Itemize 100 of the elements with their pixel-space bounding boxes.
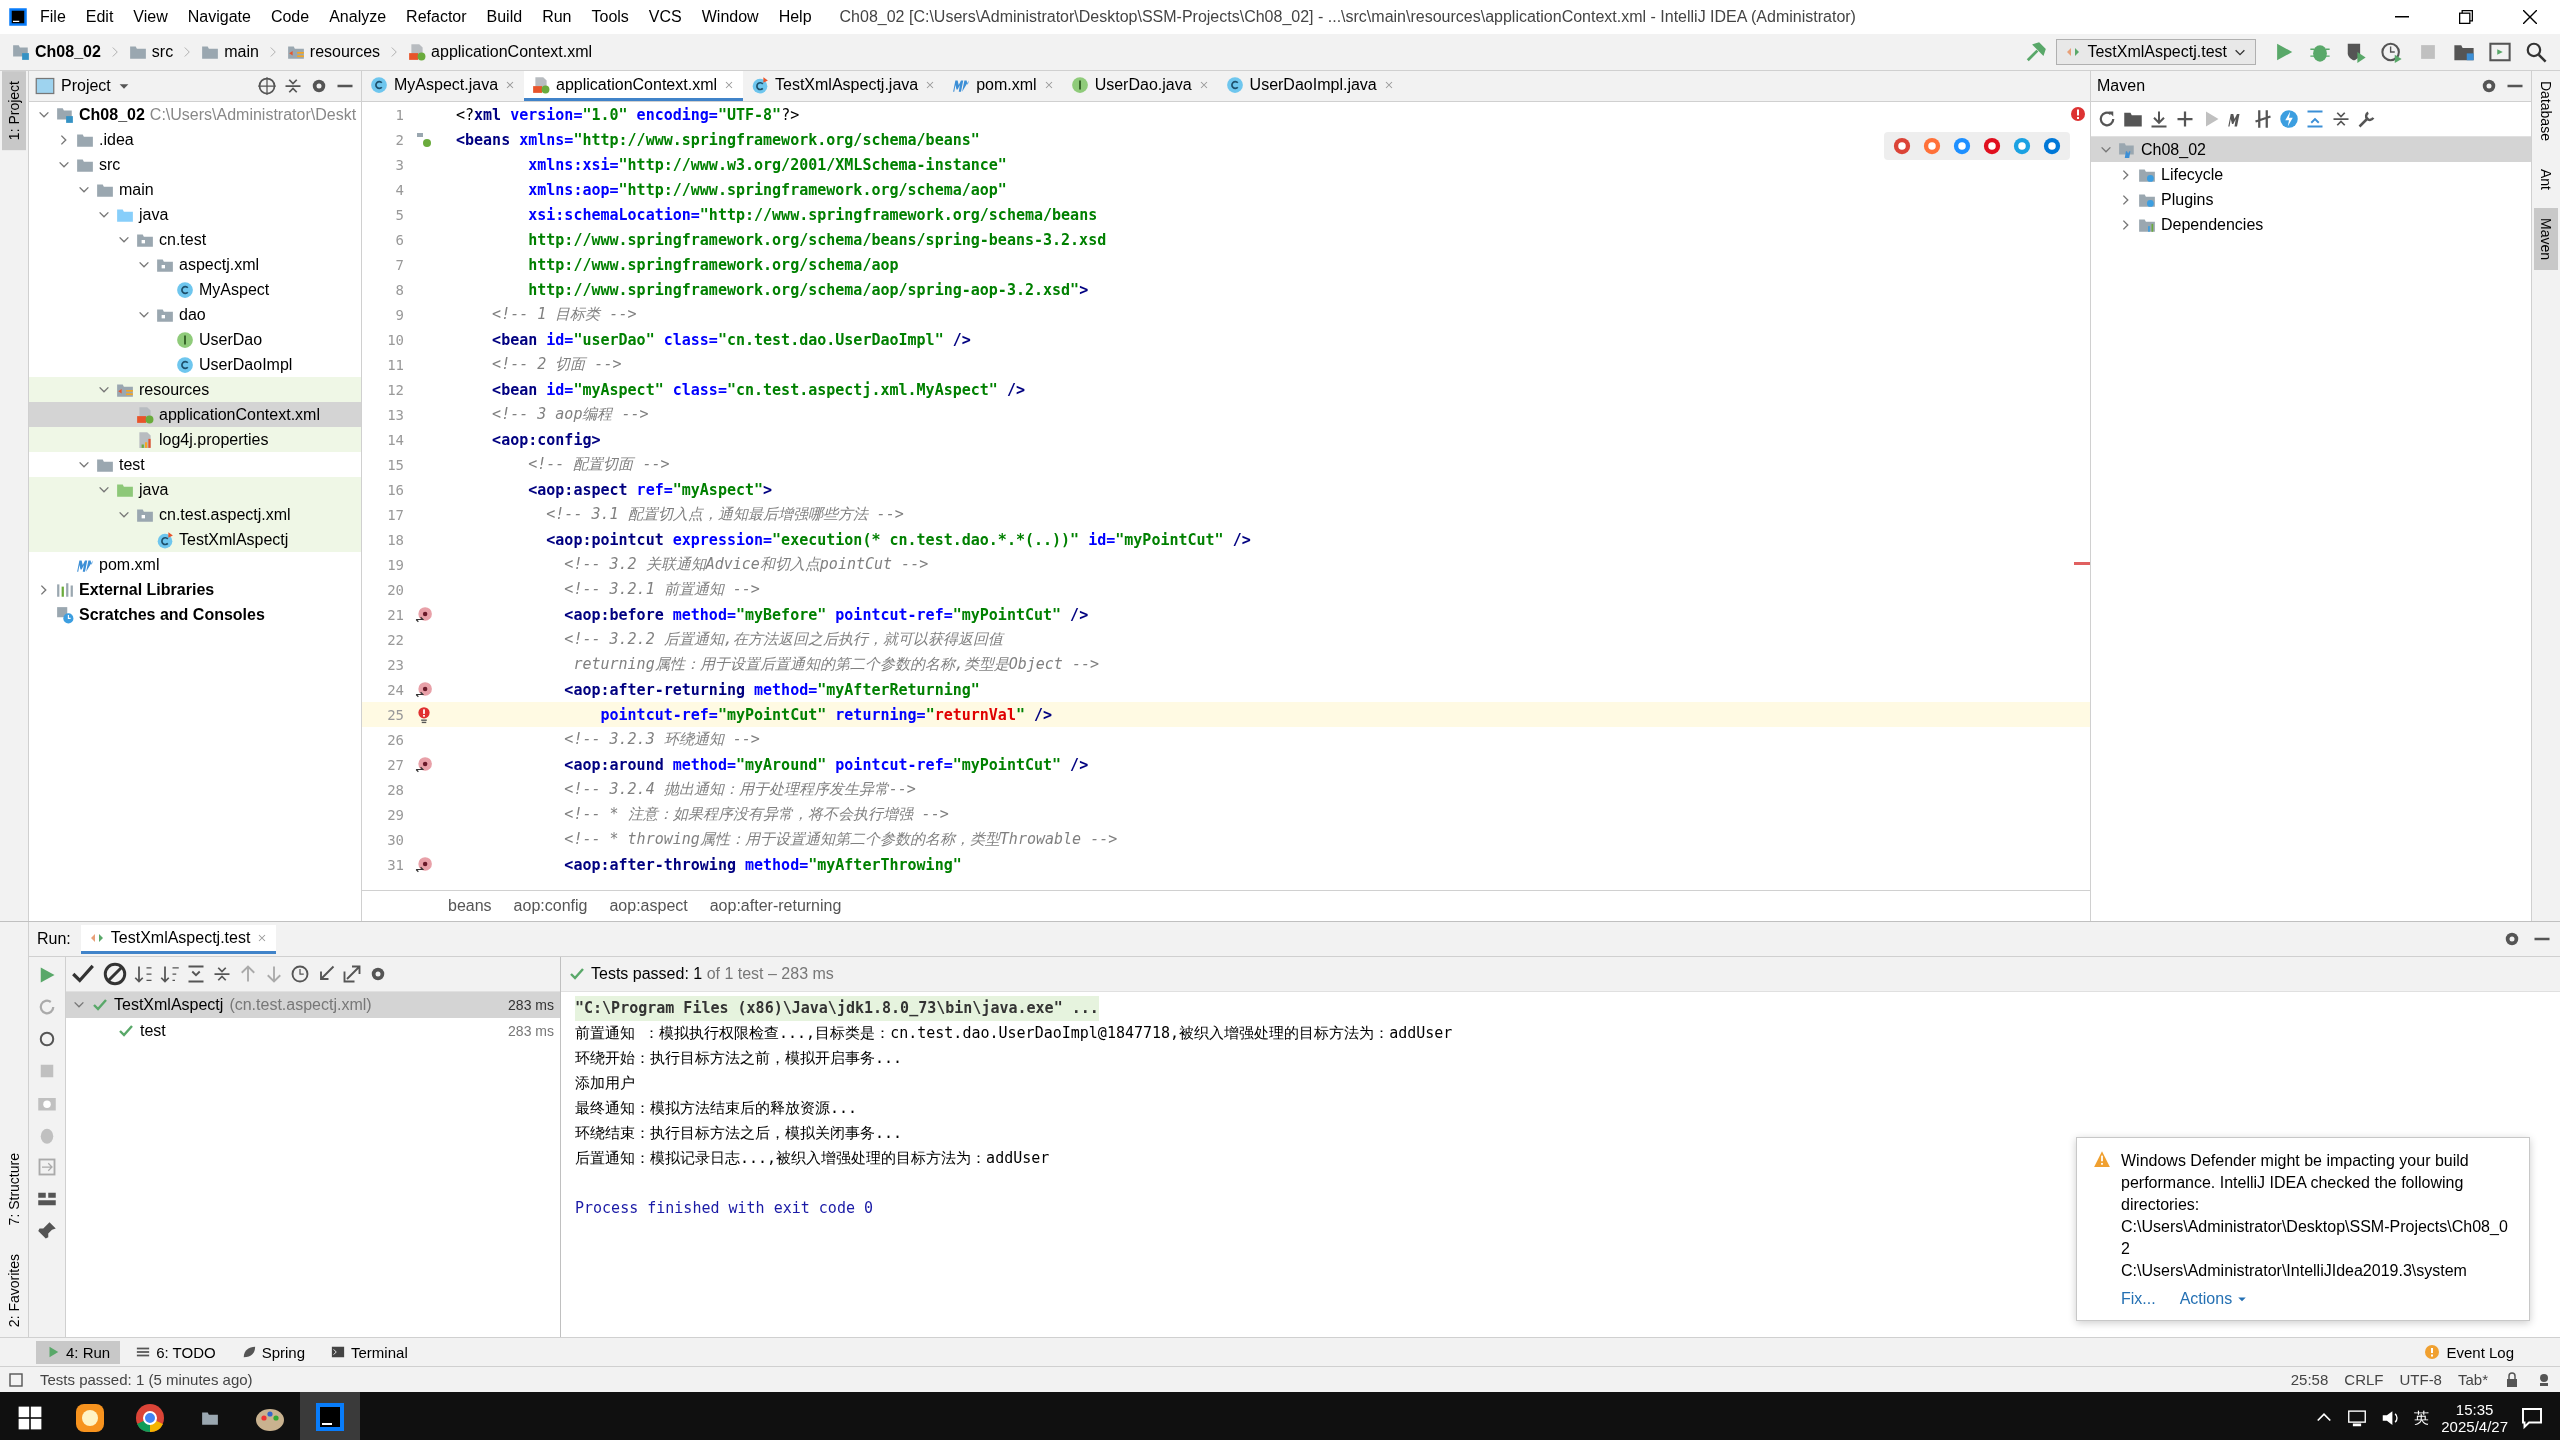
structure-path-item[interactable]: aop:config	[507, 896, 594, 916]
tree-item[interactable]: java	[29, 202, 361, 227]
menu-item[interactable]: Run	[534, 4, 580, 30]
editor-tab[interactable]: pom.xml	[944, 71, 1063, 101]
menu-item[interactable]: Analyze	[321, 4, 395, 30]
pin-icon[interactable]	[37, 1221, 57, 1241]
toggle-offline-icon[interactable]	[2253, 109, 2273, 129]
notifications-icon[interactable]	[2520, 1406, 2544, 1430]
tree-item[interactable]: UserDao	[29, 327, 361, 352]
tool-window-tab[interactable]: 1: Project	[2, 71, 26, 151]
tree-item[interactable]: External Libraries	[29, 577, 361, 602]
sort-icon[interactable]	[134, 964, 154, 984]
tool-window-button[interactable]: 4: Run	[36, 1340, 121, 1364]
menu-item[interactable]: Refactor	[398, 4, 475, 30]
tree-item[interactable]: java	[29, 477, 361, 502]
menu-item[interactable]: Build	[478, 4, 531, 30]
refresh-icon[interactable]	[2097, 109, 2117, 129]
menu-item[interactable]: Window	[693, 4, 767, 30]
menu-item[interactable]: VCS	[640, 4, 690, 30]
tree-item[interactable]: Scratches and Consoles	[29, 602, 361, 627]
browser-icon[interactable]	[1982, 136, 2002, 156]
toggle-auto-test-icon[interactable]	[37, 1029, 57, 1049]
browser-icon[interactable]	[1922, 136, 1942, 156]
tree-item[interactable]: .idea	[29, 127, 361, 152]
editor-tab[interactable]: MyAspect.java	[362, 71, 525, 101]
tree-item[interactable]: main	[29, 177, 361, 202]
advice-marker-icon[interactable]	[415, 855, 433, 874]
tree-item[interactable]: MyAspect	[29, 277, 361, 302]
tool-window-tab[interactable]: 7: Structure	[2, 1143, 26, 1236]
structure-path-item[interactable]: aop:after-returning	[703, 896, 848, 916]
menu-item[interactable]: File	[32, 4, 74, 30]
menu-item[interactable]: Edit	[77, 4, 122, 30]
status-item[interactable]: Tab*	[2457, 1371, 2488, 1388]
tree-item[interactable]: resources	[29, 377, 361, 402]
bean-marker-icon[interactable]	[416, 131, 432, 148]
tree-item[interactable]: Dependencies	[2091, 212, 2531, 237]
tree-item[interactable]: log4j.properties	[29, 427, 361, 452]
tree-item[interactable]: pom.xml	[29, 552, 361, 577]
tree-item[interactable]: cn.test.aspectj.xml	[29, 502, 361, 527]
tree-item[interactable]: test	[29, 452, 361, 477]
tool-window-button[interactable]: 6: TODO	[126, 1340, 226, 1364]
error-icon[interactable]	[2070, 106, 2086, 122]
status-item[interactable]: CRLF	[2344, 1371, 2384, 1388]
structure-path-item[interactable]: aop:aspect	[603, 896, 694, 916]
tree-item[interactable]: Plugins	[2091, 187, 2531, 212]
plus-icon[interactable]	[2175, 109, 2195, 129]
tree-item[interactable]: Lifecycle	[2091, 162, 2531, 187]
menu-item[interactable]: Navigate	[179, 4, 259, 30]
breadcrumb-item[interactable]: applicationContext.xml	[404, 41, 597, 63]
browser-icon[interactable]	[1892, 136, 1912, 156]
tree-item[interactable]: UserDaoImpl	[29, 352, 361, 377]
tree-item[interactable]: applicationContext.xml	[29, 402, 361, 427]
crosshair-icon[interactable]	[257, 76, 277, 96]
advice-marker-icon[interactable]	[415, 680, 433, 699]
tree-item[interactable]: Ch08_02 C:\Users\Administrator\Deskt	[29, 102, 361, 127]
export-icon[interactable]	[342, 964, 362, 984]
advice-marker-icon[interactable]	[415, 605, 433, 624]
tool-window-button[interactable]: Spring	[231, 1340, 316, 1364]
tree-item[interactable]: Ch08_02	[2091, 137, 2531, 162]
history-icon[interactable]	[290, 964, 310, 984]
advice-marker-icon[interactable]	[415, 755, 433, 774]
test-tree-item[interactable]: test 283 ms	[66, 1018, 560, 1044]
run-tab[interactable]: TestXmlAspectj.test	[80, 924, 277, 954]
run-configuration-dropdown[interactable]: TestXmlAspectj.test	[2056, 39, 2256, 65]
breadcrumb-item[interactable]: Ch08_02	[8, 41, 105, 63]
wrench-icon[interactable]	[2357, 109, 2377, 129]
tree-item[interactable]: cn.test	[29, 227, 361, 252]
notification-link[interactable]: Fix...	[2121, 1290, 2156, 1308]
breadcrumb-item[interactable]: src	[124, 41, 178, 63]
editor-tab[interactable]: UserDao.java	[1062, 71, 1218, 101]
menu-item[interactable]: Tools	[583, 4, 637, 30]
status-item[interactable]: 25:58	[2290, 1371, 2329, 1388]
expand-all-icon[interactable]	[2305, 109, 2325, 129]
structure-path-item[interactable]: beans	[442, 896, 498, 916]
test-tree-item[interactable]: TestXmlAspectj (cn.test.aspectj.xml) 283 ms	[66, 992, 560, 1018]
tool-window-tab[interactable]: Database	[2534, 71, 2558, 151]
cancel-icon[interactable]	[102, 961, 128, 987]
tree-item[interactable]: aspectj.xml	[29, 252, 361, 277]
editor-tab[interactable]: TestXmlAspectj.java	[743, 71, 945, 101]
editor-tab[interactable]: applicationContext.xml	[524, 71, 743, 101]
tool-window-tab[interactable]: Ant	[2534, 158, 2558, 200]
browser-icon[interactable]	[2012, 136, 2032, 156]
browser-icon[interactable]	[1952, 136, 1972, 156]
menu-item[interactable]: View	[125, 4, 176, 30]
status-item[interactable]: UTF-8	[2399, 1371, 2442, 1388]
tree-item[interactable]: TestXmlAspectj	[29, 527, 361, 552]
menu-item[interactable]: Code	[262, 4, 318, 30]
tool-window-tab[interactable]: Maven	[2534, 207, 2558, 270]
expand-all-icon[interactable]	[186, 964, 206, 984]
tree-item[interactable]: src	[29, 152, 361, 177]
lock-icon[interactable]	[2504, 1371, 2520, 1388]
editor-tab[interactable]: UserDaoImpl.java	[1217, 71, 1403, 101]
download-icon[interactable]	[2149, 109, 2169, 129]
input-method-indicator[interactable]: 英	[2414, 1408, 2430, 1428]
browser-icon[interactable]	[2042, 136, 2062, 156]
status-square-icon[interactable]	[8, 1371, 24, 1388]
tool-window-button[interactable]: Terminal	[321, 1340, 418, 1364]
event-log-button[interactable]: Event Log	[2414, 1340, 2524, 1364]
network-icon[interactable]	[2346, 1407, 2369, 1429]
notification-link[interactable]: Actions	[2179, 1290, 2249, 1308]
